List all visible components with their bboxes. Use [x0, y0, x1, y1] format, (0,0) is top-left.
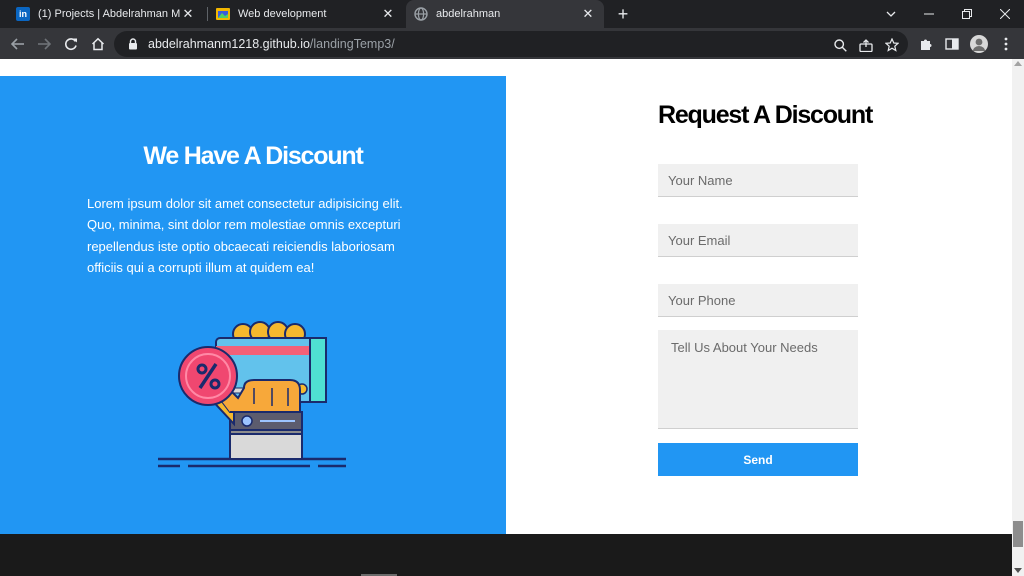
scrollbar-thumb[interactable]: [1013, 521, 1023, 547]
page-scrollbar[interactable]: [1012, 59, 1024, 576]
more-menu-icon[interactable]: [996, 34, 1016, 54]
dark-footer-section: [0, 534, 1012, 576]
email-field[interactable]: [658, 224, 858, 257]
tab-web-development[interactable]: Web development ✕: [208, 0, 404, 28]
discount-description: Lorem ipsum dolor sit amet consectetur a…: [87, 196, 403, 275]
tab-title: (1) Projects | Abdelrahman Mahm: [38, 8, 180, 20]
side-panel-icon[interactable]: [942, 34, 962, 54]
tab-title: Web development: [238, 8, 327, 20]
new-tab-button[interactable]: +: [612, 3, 634, 25]
discount-heading: We Have A Discount: [143, 142, 363, 170]
tab-close-icon[interactable]: ✕: [180, 6, 196, 22]
extensions-puzzle-icon[interactable]: [916, 34, 936, 54]
restore-button[interactable]: [948, 0, 986, 28]
back-arrow-icon[interactable]: [6, 32, 30, 56]
address-bar[interactable]: abdelrahmanm1218.github.io/landingTemp3/: [114, 31, 908, 57]
lock-icon[interactable]: [126, 37, 140, 51]
scroll-up-arrow-icon[interactable]: [1014, 61, 1022, 66]
minimize-button[interactable]: [910, 0, 948, 28]
close-window-button[interactable]: [986, 0, 1024, 28]
scroll-down-arrow-icon[interactable]: [1014, 568, 1022, 573]
tab-close-icon[interactable]: ✕: [380, 6, 396, 22]
share-icon[interactable]: [856, 35, 876, 55]
linkedin-icon: in: [16, 7, 30, 21]
globe-icon: [414, 7, 428, 21]
url-path: /landingTemp3/: [309, 37, 395, 51]
url-host: abdelrahmanm1218.github.io: [148, 37, 310, 51]
needs-field[interactable]: [658, 330, 858, 429]
avatar[interactable]: [969, 34, 989, 54]
hand-holding-credit-card-discount-icon: [158, 321, 346, 468]
zoom-search-icon[interactable]: [830, 35, 850, 55]
browser-toolbar: abdelrahmanm1218.github.io/landingTemp3/: [0, 28, 1024, 59]
form-heading: Request A Discount: [658, 101, 873, 129]
phone-field[interactable]: [658, 284, 858, 317]
bookmark-star-icon[interactable]: [882, 35, 902, 55]
tab-abdelrahman[interactable]: abdelrahman ✕: [406, 0, 604, 28]
tab-search-chevron-icon[interactable]: [872, 0, 910, 28]
name-field[interactable]: [658, 164, 858, 197]
page-viewport: We Have A Discount Lorem ipsum dolor sit…: [0, 59, 1012, 576]
home-icon[interactable]: [86, 32, 110, 56]
tab-close-icon[interactable]: ✕: [580, 6, 596, 22]
forward-arrow-icon[interactable]: [32, 32, 56, 56]
reload-icon[interactable]: [59, 32, 83, 56]
tab-linkedin-projects[interactable]: in (1) Projects | Abdelrahman Mahm ✕: [8, 0, 204, 28]
folder-image-icon: [216, 7, 230, 21]
send-button[interactable]: Send: [658, 443, 858, 476]
tab-title: abdelrahman: [436, 8, 501, 20]
browser-tab-strip: in (1) Projects | Abdelrahman Mahm ✕ Web…: [0, 0, 1024, 28]
